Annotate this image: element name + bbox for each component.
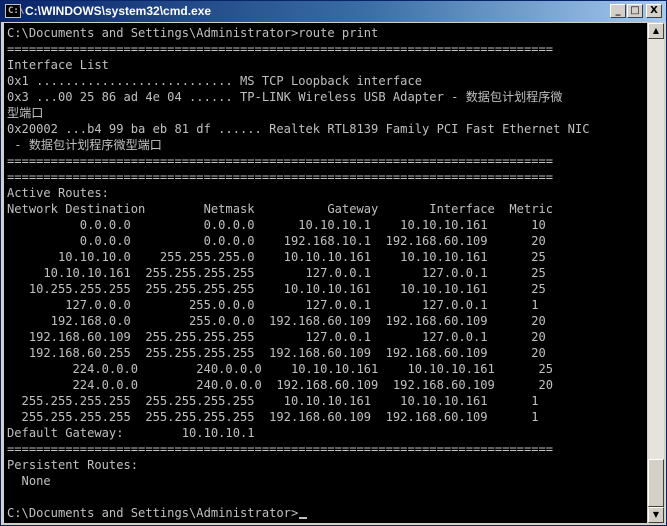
scroll-thumb[interactable] <box>648 459 664 507</box>
console-line: ========================================… <box>7 442 554 456</box>
console-line: ========================================… <box>7 154 554 168</box>
cmd-window: C:\ C:\WINDOWS\system32\cmd.exe _ □ X C:… <box>0 0 667 526</box>
console-line: 型端口 <box>7 106 44 120</box>
route-row: 255.255.255.255 255.255.255.255 192.168.… <box>7 410 539 424</box>
console-output[interactable]: C:\Documents and Settings\Administrator>… <box>4 23 647 523</box>
route-row: 0.0.0.0 0.0.0.0 192.168.10.1 192.168.60.… <box>7 234 546 248</box>
title-bar[interactable]: C:\ C:\WINDOWS\system32\cmd.exe _ □ X <box>1 1 666 22</box>
route-row: 192.168.60.255 255.255.255.255 192.168.6… <box>7 346 546 360</box>
cmd-icon[interactable]: C:\ <box>5 4 25 18</box>
route-row: 224.0.0.0 240.0.0.0 192.168.60.109 192.1… <box>7 378 554 392</box>
vertical-scrollbar[interactable]: ▲ ▼ <box>648 23 664 523</box>
route-row: 10.10.10.161 255.255.255.255 127.0.0.1 1… <box>7 266 546 280</box>
window-title: C:\WINDOWS\system32\cmd.exe <box>25 4 212 18</box>
route-row: 127.0.0.0 255.0.0.0 127.0.0.1 127.0.0.1 … <box>7 298 539 312</box>
route-row: 10.10.10.0 255.255.255.0 10.10.10.161 10… <box>7 250 546 264</box>
console-line: Interface List <box>7 58 109 72</box>
route-row: 10.255.255.255 255.255.255.255 10.10.10.… <box>7 282 546 296</box>
console-line: - 数据包计划程序微型端口 <box>7 138 162 152</box>
console-line: 0x3 ...00 25 86 ad 4e 04 ...... TP-LINK … <box>7 90 563 104</box>
route-row: 0.0.0.0 0.0.0.0 10.10.10.1 10.10.10.161 … <box>7 218 546 232</box>
command-prompt[interactable]: C:\Documents and Settings\Administrator> <box>7 505 308 521</box>
cmd-icon-label: C:\ <box>8 6 25 16</box>
console-line: ========================================… <box>7 170 554 184</box>
minimize-button[interactable]: _ <box>610 4 626 18</box>
close-button[interactable]: X <box>646 4 662 18</box>
scroll-up-button[interactable]: ▲ <box>648 23 664 39</box>
route-row: 192.168.0.0 255.0.0.0 192.168.60.109 192… <box>7 314 546 328</box>
route-row: 224.0.0.0 240.0.0.0 10.10.10.161 10.10.1… <box>7 362 554 376</box>
text-cursor <box>299 517 308 519</box>
scroll-down-button[interactable]: ▼ <box>648 507 664 523</box>
route-row: 255.255.255.255 255.255.255.255 10.10.10… <box>7 394 539 408</box>
route-row: 192.168.60.109 255.255.255.255 127.0.0.1… <box>7 330 546 344</box>
console-line: 0x1 ........................... MS TCP L… <box>7 74 423 88</box>
console-line: ========================================… <box>7 42 554 56</box>
console-line: C:\Documents and Settings\Administrator>… <box>7 26 379 40</box>
console-line: Persistent Routes: <box>7 458 139 472</box>
console-line: Default Gateway: 10.10.10.1 <box>7 426 255 440</box>
console-line: Active Routes: <box>7 186 109 200</box>
maximize-button[interactable]: □ <box>627 4 643 18</box>
console-line: Network Destination Netmask Gateway Inte… <box>7 202 554 216</box>
console-line: 0x20002 ...b4 99 ba eb 81 df ...... Real… <box>7 122 590 136</box>
prompt-text: C:\Documents and Settings\Administrator> <box>7 506 299 520</box>
console-line: None <box>7 474 51 488</box>
